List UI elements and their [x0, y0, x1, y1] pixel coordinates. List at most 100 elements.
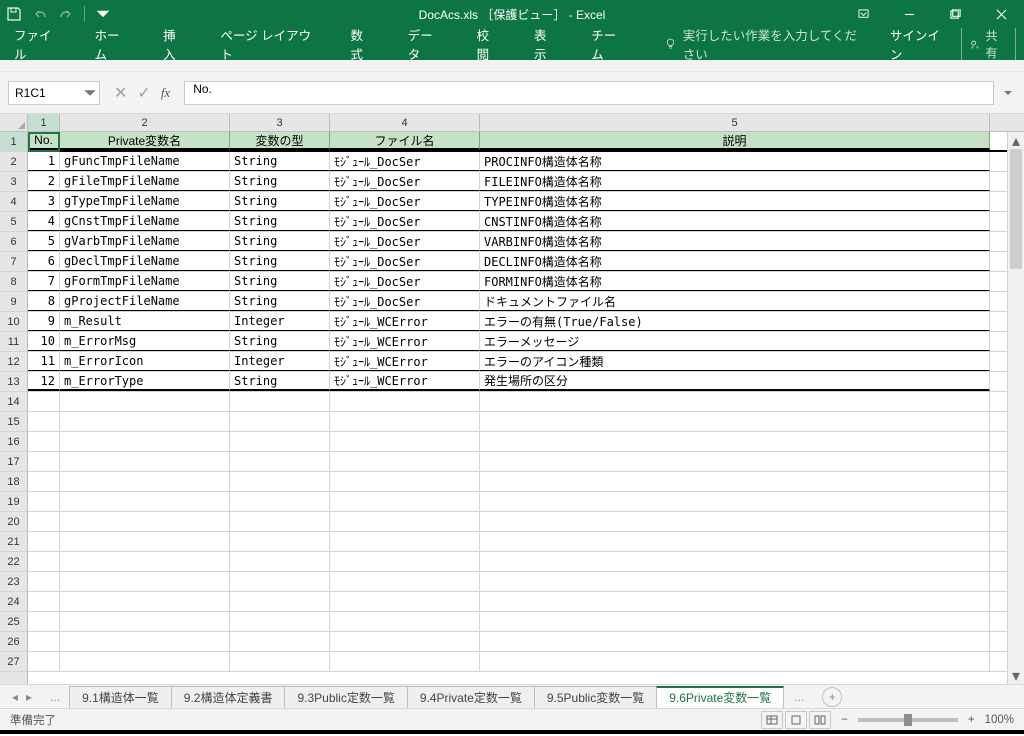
table-cell[interactable]: ドキュメントファイル名 [480, 292, 990, 311]
empty-cell[interactable] [60, 432, 230, 451]
empty-cell[interactable] [480, 572, 990, 591]
undo-icon[interactable] [32, 6, 48, 22]
table-cell[interactable]: gFormTmpFileName [60, 272, 230, 291]
sheet-nav[interactable]: ◂ ▸ [4, 690, 40, 704]
zoom-slider[interactable] [858, 718, 958, 722]
table-cell[interactable]: 6 [28, 252, 60, 271]
empty-cell[interactable] [60, 572, 230, 591]
empty-cell[interactable] [28, 592, 60, 611]
sheet-tab[interactable]: 9.3Public定数一覧 [284, 686, 407, 708]
tab-pagelayout[interactable]: ページ レイアウト [214, 28, 322, 60]
table-cell[interactable]: ﾓｼﾞｭｰﾙ_DocSer [330, 212, 480, 231]
row-header[interactable]: 16 [0, 432, 27, 452]
empty-cell[interactable] [330, 472, 480, 491]
table-cell[interactable]: ﾓｼﾞｭｰﾙ_DocSer [330, 272, 480, 291]
row-header[interactable]: 22 [0, 552, 27, 572]
table-cell[interactable]: 7 [28, 272, 60, 291]
table-cell[interactable]: String [230, 192, 330, 211]
empty-cell[interactable] [60, 552, 230, 571]
empty-cell[interactable] [480, 472, 990, 491]
empty-cell[interactable] [480, 632, 990, 651]
empty-cell[interactable] [60, 652, 230, 671]
table-cell[interactable]: ﾓｼﾞｭｰﾙ_WCError [330, 312, 480, 331]
table-cell[interactable]: エラーメッセージ [480, 332, 990, 351]
empty-cell[interactable] [60, 512, 230, 531]
empty-cell[interactable] [60, 632, 230, 651]
table-cell[interactable]: gFileTmpFileName [60, 172, 230, 191]
empty-cell[interactable] [480, 592, 990, 611]
table-cell[interactable]: m_ErrorIcon [60, 352, 230, 371]
empty-cell[interactable] [28, 492, 60, 511]
table-cell[interactable]: 3 [28, 192, 60, 211]
row-header[interactable]: 3 [0, 172, 27, 192]
tab-formulas[interactable]: 数式 [344, 28, 379, 60]
empty-cell[interactable] [480, 452, 990, 471]
row-header[interactable]: 11 [0, 332, 27, 352]
empty-cell[interactable] [480, 412, 990, 431]
empty-cell[interactable] [330, 572, 480, 591]
table-cell[interactable]: ﾓｼﾞｭｰﾙ_DocSer [330, 252, 480, 271]
empty-cell[interactable] [60, 532, 230, 551]
empty-cell[interactable] [28, 612, 60, 631]
empty-cell[interactable] [330, 552, 480, 571]
table-cell[interactable]: m_ErrorType [60, 372, 230, 391]
row-header[interactable]: 21 [0, 532, 27, 552]
scroll-up-icon[interactable]: ▴ [1008, 132, 1024, 149]
empty-cell[interactable] [60, 592, 230, 611]
table-cell[interactable]: ﾓｼﾞｭｰﾙ_DocSer [330, 232, 480, 251]
empty-cell[interactable] [230, 632, 330, 651]
empty-cell[interactable] [60, 472, 230, 491]
fx-icon[interactable]: fx [161, 85, 170, 101]
row-header[interactable]: 14 [0, 392, 27, 412]
view-page-layout-icon[interactable] [785, 711, 807, 729]
empty-cell[interactable] [28, 532, 60, 551]
table-cell[interactable]: String [230, 212, 330, 231]
empty-cell[interactable] [28, 472, 60, 491]
row-header[interactable]: 17 [0, 452, 27, 472]
scroll-down-icon[interactable]: ▾ [1008, 667, 1024, 684]
tab-data[interactable]: データ [402, 28, 449, 60]
empty-cell[interactable] [330, 452, 480, 471]
empty-cell[interactable] [480, 612, 990, 631]
tab-insert[interactable]: 挿入 [157, 28, 192, 60]
table-header-cell[interactable]: 説明 [480, 132, 990, 150]
table-cell[interactable]: 11 [28, 352, 60, 371]
tab-team[interactable]: チーム [585, 28, 632, 60]
empty-cell[interactable] [28, 652, 60, 671]
table-header-cell[interactable]: No. [28, 132, 60, 150]
table-header-cell[interactable]: ファイル名 [330, 132, 480, 150]
view-normal-icon[interactable] [761, 711, 783, 729]
sheet-tab[interactable]: 9.2構造体定義書 [171, 686, 286, 708]
row-header[interactable]: 13 [0, 372, 27, 392]
row-header[interactable]: 8 [0, 272, 27, 292]
tab-file[interactable]: ファイル [8, 28, 67, 60]
table-cell[interactable]: ﾓｼﾞｭｰﾙ_DocSer [330, 292, 480, 311]
empty-cell[interactable] [330, 512, 480, 531]
enter-icon[interactable]: ✓ [137, 83, 150, 103]
sheet-tab[interactable]: 9.1構造体一覧 [69, 686, 172, 708]
empty-cell[interactable] [28, 632, 60, 651]
empty-cell[interactable] [480, 392, 990, 411]
ribbon-options-icon[interactable] [840, 0, 886, 28]
table-cell[interactable]: gProjectFileName [60, 292, 230, 311]
row-header[interactable]: 18 [0, 472, 27, 492]
empty-cell[interactable] [330, 532, 480, 551]
table-cell[interactable]: Integer [230, 312, 330, 331]
zoom-out-button[interactable]: − [841, 714, 848, 726]
table-cell[interactable]: 8 [28, 292, 60, 311]
col-header-2[interactable]: 2 [60, 114, 230, 131]
empty-cell[interactable] [230, 452, 330, 471]
empty-cell[interactable] [60, 612, 230, 631]
empty-cell[interactable] [230, 392, 330, 411]
sheet-tab[interactable]: 9.5Public変数一覧 [534, 686, 657, 708]
empty-cell[interactable] [28, 412, 60, 431]
empty-cell[interactable] [60, 492, 230, 511]
row-header[interactable]: 5 [0, 212, 27, 232]
empty-cell[interactable] [230, 432, 330, 451]
sheet-overflow-right[interactable]: ... [784, 690, 814, 704]
add-sheet-button[interactable]: + [822, 687, 842, 707]
row-header[interactable]: 2 [0, 152, 27, 172]
close-button[interactable] [978, 0, 1024, 28]
table-cell[interactable]: DECLINFO構造体名称 [480, 252, 990, 271]
col-header-1[interactable]: 1 [28, 114, 60, 131]
